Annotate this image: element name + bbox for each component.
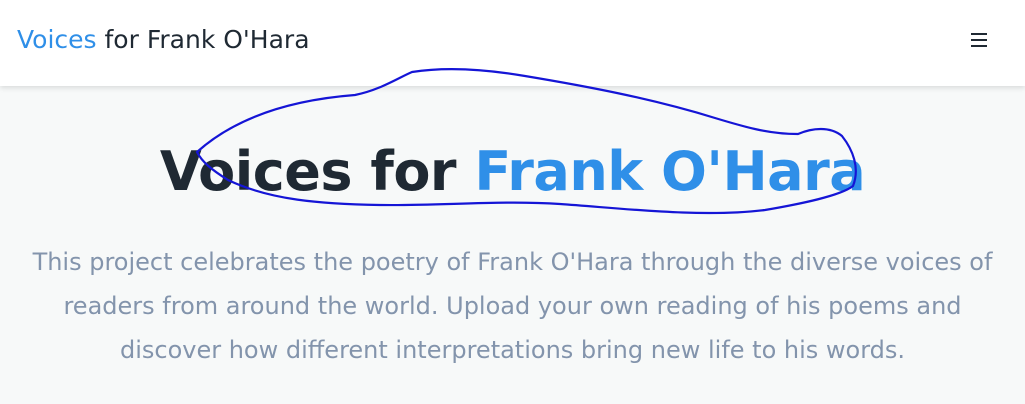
top-navbar: Voices for Frank O'Hara bbox=[0, 0, 1025, 86]
hero-section: Voices for Frank O'Hara This project cel… bbox=[0, 86, 1025, 404]
hero-title-lead: Voices for bbox=[159, 140, 475, 203]
hero-description: This project celebrates the poetry of Fr… bbox=[32, 248, 993, 364]
brand-link[interactable]: Voices for Frank O'Hara bbox=[17, 24, 310, 56]
hamburger-menu-icon-bar bbox=[971, 39, 987, 41]
hero-title: Voices for Frank O'Hara bbox=[0, 140, 1025, 204]
brand-rest: for Frank O'Hara bbox=[96, 25, 310, 54]
menu-toggle-button[interactable] bbox=[962, 27, 996, 53]
brand-accent: Voices bbox=[17, 25, 97, 54]
hamburger-menu-icon bbox=[971, 33, 987, 35]
hamburger-menu-icon-bar bbox=[971, 45, 987, 47]
hero-title-accent: Frank O'Hara bbox=[474, 140, 866, 203]
